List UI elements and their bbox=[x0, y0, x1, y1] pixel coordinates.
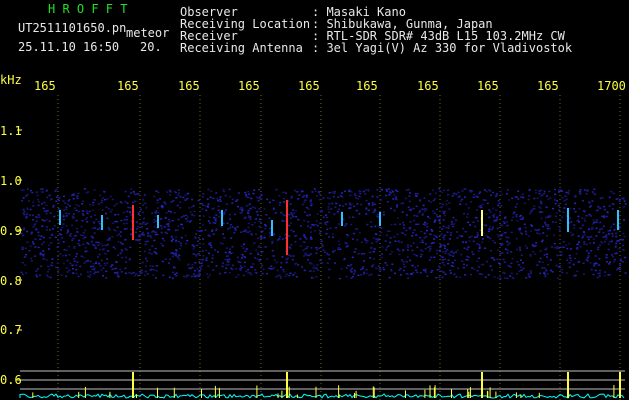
time-tick-label: 165 bbox=[477, 79, 499, 93]
spectrum-trace bbox=[19, 393, 625, 399]
freq-tick-label: 0.7 bbox=[0, 323, 22, 337]
time-tick-label: 165 bbox=[238, 79, 260, 93]
freq-tick-label: 0.6 bbox=[0, 373, 22, 387]
freq-tick-label: 0.9 bbox=[0, 224, 22, 238]
freq-unit-label: kHz bbox=[0, 73, 22, 87]
time-tick-label: 165 bbox=[356, 79, 378, 93]
freq-tick-label: 0.8 bbox=[0, 274, 22, 288]
time-tick-label: 1700 bbox=[597, 79, 626, 93]
time-tick-label: 165 bbox=[178, 79, 200, 93]
time-tick-label: 165 bbox=[537, 79, 559, 93]
spectrogram bbox=[17, 95, 627, 400]
freq-tick-label: 1.0 bbox=[0, 174, 22, 188]
time-tick-label: 165 bbox=[117, 79, 139, 93]
noise-band bbox=[20, 188, 627, 280]
freq-tick-label: 1.1 bbox=[0, 124, 22, 138]
time-tick-label: 165 bbox=[417, 79, 439, 93]
time-tick-label: 165 bbox=[298, 79, 320, 93]
time-tick-label: 165 bbox=[34, 79, 56, 93]
hrofft-screen: H R O F F T UT2511101650.pn meteor 25.11… bbox=[0, 0, 629, 400]
